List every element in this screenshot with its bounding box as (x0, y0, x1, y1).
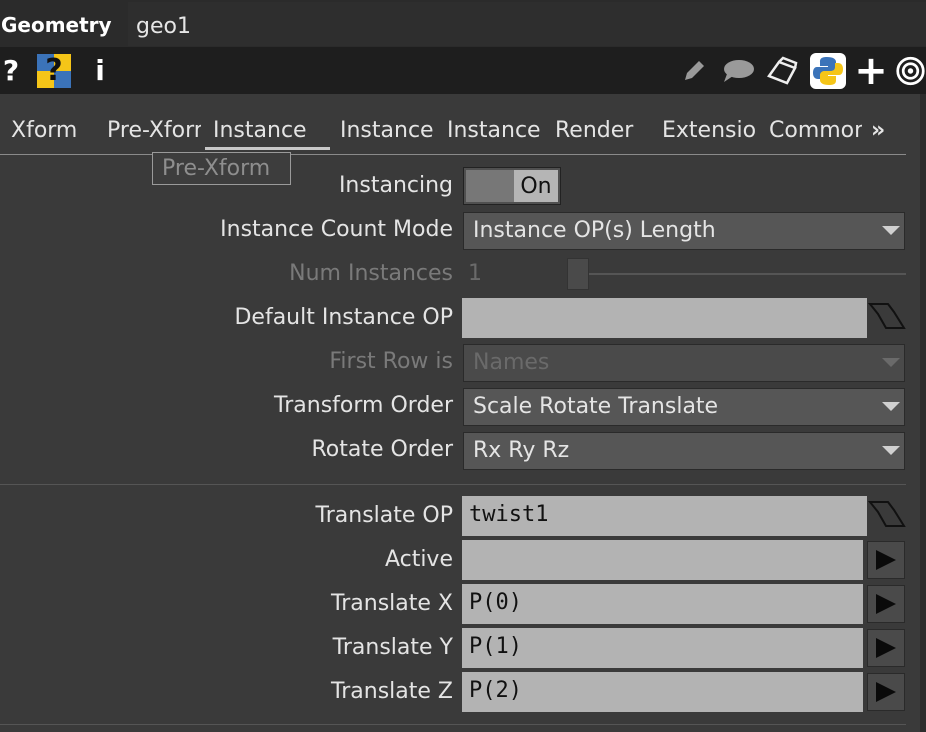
title-bar: Geometry geo1 (0, 0, 926, 47)
play-icon (876, 594, 896, 614)
tabs-more-icon[interactable]: » (871, 118, 899, 143)
op-name-text: geo1 (136, 14, 191, 39)
active-label: Active (384, 547, 453, 572)
num-instances-value: 1 (468, 261, 482, 286)
tabs-rule (0, 154, 906, 155)
translate-y-label: Translate Y (332, 635, 453, 660)
tooltip: Pre-Xform (152, 152, 291, 185)
num-instances-slider-handle[interactable] (567, 258, 589, 290)
chevron-down-icon (882, 402, 900, 411)
instancing-label: Instancing (338, 173, 453, 198)
scrollbar[interactable] (920, 94, 926, 732)
count-mode-dropdown[interactable]: Instance OP(s) Length (463, 212, 905, 250)
active-field[interactable] (462, 540, 863, 580)
op-drag-icon[interactable] (868, 298, 906, 332)
translate-z-field[interactable]: P(2) (462, 672, 863, 712)
num-instances-label: Num Instances (289, 261, 453, 286)
play-icon (876, 550, 896, 570)
transform-order-value: Scale Rotate Translate (473, 394, 719, 419)
toggle-knob (466, 170, 514, 202)
tab-render[interactable]: Render (555, 118, 651, 143)
op-drag-icon[interactable] (868, 496, 906, 530)
active-expand-button[interactable] (867, 541, 905, 579)
translate-x-label: Translate X (331, 591, 453, 616)
tab-instance-2[interactable]: Instance (340, 118, 437, 143)
section-divider (0, 724, 906, 725)
first-row-dropdown[interactable]: Names (463, 344, 905, 382)
instancing-toggle[interactable]: On (463, 167, 561, 205)
python-icon[interactable] (809, 47, 847, 94)
rotate-order-value: Rx Ry Rz (473, 438, 570, 463)
translate-z-expand-button[interactable] (867, 673, 905, 711)
default-op-field[interactable] (462, 298, 867, 338)
rotate-order-label: Rotate Order (311, 437, 453, 462)
tab-instance[interactable]: Instance (205, 118, 330, 150)
python-help-icon[interactable]: ? (34, 47, 74, 94)
translate-op-value: twist1 (469, 502, 549, 527)
help-icon[interactable]: ? (0, 47, 22, 94)
translate-y-value: P(1) (469, 634, 522, 659)
count-mode-value: Instance OP(s) Length (473, 218, 716, 243)
default-op-label: Default Instance OP (234, 305, 453, 330)
chevron-down-icon (882, 226, 900, 235)
toolbar: ? ? i + (0, 47, 926, 94)
play-icon (876, 638, 896, 658)
translate-x-field[interactable]: P(0) (462, 584, 863, 624)
first-row-value: Names (473, 350, 550, 375)
info-icon[interactable]: i (90, 47, 110, 94)
first-row-label: First Row is (329, 349, 453, 374)
count-mode-label: Instance Count Mode (220, 217, 453, 242)
op-name-field[interactable]: geo1 (128, 2, 926, 46)
rotate-order-dropdown[interactable]: Rx Ry Rz (463, 432, 905, 470)
translate-y-expand-button[interactable] (867, 629, 905, 667)
chevron-down-icon (882, 358, 900, 367)
tab-pre-xform[interactable]: Pre-Xform (107, 118, 201, 143)
translate-op-field[interactable]: twist1 (462, 496, 867, 536)
tab-common[interactable]: Common (769, 118, 862, 143)
translate-op-label: Translate OP (315, 503, 453, 528)
num-instances-slider-track (572, 273, 906, 275)
transform-order-dropdown[interactable]: Scale Rotate Translate (463, 388, 905, 426)
translate-z-label: Translate Z (331, 679, 453, 704)
play-icon (876, 682, 896, 702)
tab-extensions[interactable]: Extensions (662, 118, 757, 143)
edit-icon[interactable] (680, 47, 708, 94)
parameter-tabs: Xform Pre-Xform Instance Instance Instan… (0, 94, 926, 156)
tab-instance-3[interactable]: Instance (447, 118, 544, 143)
translate-x-value: P(0) (469, 590, 522, 615)
translate-x-expand-button[interactable] (867, 585, 905, 623)
translate-y-field[interactable]: P(1) (462, 628, 863, 668)
comment-icon[interactable] (720, 47, 756, 94)
transform-order-label: Transform Order (274, 393, 453, 418)
tab-xform[interactable]: Xform (11, 118, 91, 143)
viewer-icon[interactable] (895, 47, 926, 94)
toggle-on-label: On (514, 170, 558, 202)
op-type-label: Geometry (1, 13, 112, 37)
translate-z-value: P(2) (469, 678, 522, 703)
add-icon[interactable]: + (853, 47, 889, 94)
section-divider (0, 484, 906, 485)
chevron-down-icon (882, 446, 900, 455)
clone-icon[interactable] (764, 47, 800, 94)
